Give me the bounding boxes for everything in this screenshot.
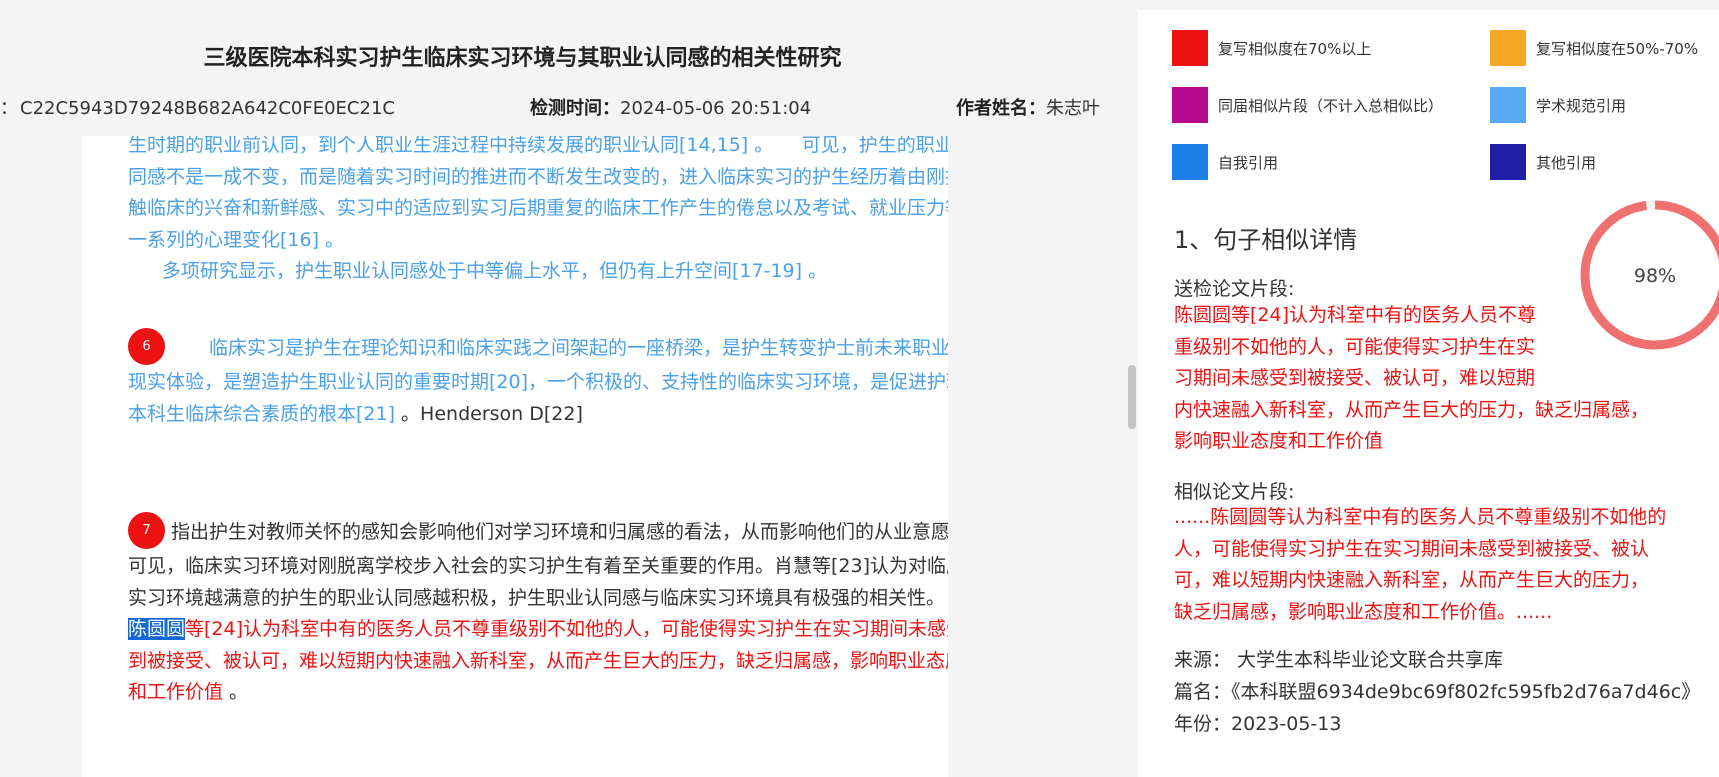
similar-text-highlight[interactable]: 等[24]认为科室中有的医务人员不尊重级别不如他的人，可能使得实习护生在实习期间… (128, 618, 948, 703)
submitted-fragment-label: 送检论文片段: (1174, 278, 1295, 300)
legend-item-academic-citation: 学术规范引用 (1490, 87, 1626, 123)
paragraph-number-badge[interactable]: 6 (128, 328, 165, 365)
navy-swatch-icon (1490, 144, 1526, 180)
author-name: 作者姓名：朱志叶 (956, 94, 1100, 120)
submitted-line: 影响职业态度和工作价值 (1174, 430, 1384, 452)
legend-label: 学术规范引用 (1536, 96, 1627, 115)
year-label: 年份： (1174, 713, 1232, 735)
similar-line: 可，难以短期内快速融入新科室，从而产生巨大的压力， (1174, 569, 1650, 591)
author-name-label: 作者姓名： (956, 98, 1046, 119)
check-time-label: 检测时间： (530, 98, 620, 119)
paragraph-citation-blue[interactable]: 生时期的职业前认同，到个人职业生涯过程中持续发展的职业认同[14,15] 。 可… (128, 136, 948, 256)
red-swatch-icon (1172, 30, 1208, 66)
plain-text: 。Henderson D[22] (401, 402, 583, 425)
source-value: 大学生本科毕业论文联合共享库 (1237, 649, 1504, 671)
orange-swatch-icon (1490, 30, 1526, 66)
similar-fragment-label: 相似论文片段: (1174, 481, 1295, 503)
document-pane: 三级医院本科实习护生临床实习环境与其职业认同感的相关性研究 ： C22C5943D… (0, 0, 1128, 777)
source-row: 来源： 大学生本科毕业论文联合共享库 (1174, 645, 1503, 672)
similarity-percent: 98% (1634, 265, 1676, 287)
check-time-value: 2024-05-06 20:51:04 (620, 98, 812, 119)
paragraph-citation-blue-2[interactable]: 多项研究显示，护生职业认同感处于中等偏上水平，但仍有上升空间[17-19] 。 (162, 256, 948, 288)
vertical-scrollbar[interactable] (1126, 0, 1138, 777)
paragraph-6: 6 临床实习是护生在理论知识和临床实践之间架起的一座桥梁，是护生转变护士前未来职… (128, 328, 948, 430)
legend-label: 同届相似片段（不计入总相似比） (1218, 96, 1444, 115)
blue-swatch-icon (1172, 144, 1208, 180)
similar-fragment: ......陈圆圆等认为科室中有的医务人员不尊重级别不如他的 人，可能使得实习护… (1174, 502, 1714, 628)
paragraph-7: 7 指出护生对教师关怀的感知会影响他们对学习环境和归属感的看法，从而影响他们的从业… (128, 512, 948, 709)
legend-label: 其他引用 (1536, 153, 1597, 172)
name-value[interactable]: 《本科联盟6934de9bc69f802fc595fb2d76a7d46c》 (1231, 681, 1700, 703)
paper-page: 生时期的职业前认同，到个人职业生涯过程中持续发展的职业认同[14,15] 。 可… (82, 136, 948, 777)
similar-line: 缺乏归属感，影响职业态度和工作价值。...... (1174, 600, 1553, 623)
magenta-swatch-icon (1172, 87, 1208, 123)
legend-label: 自我引用 (1218, 153, 1279, 172)
legend-label: 复写相似度在70%以上 (1218, 39, 1372, 58)
similarity-panel: 复写相似度在70%以上 复写相似度在50%-70% 同届相似片段（不计入总相似比… (1138, 10, 1719, 777)
section-title: 1、句子相似详情 (1174, 226, 1358, 254)
submitted-line: 习期间未感受到被接受、被认可，难以短期 (1174, 367, 1536, 389)
legend-item-other-citation: 其他引用 (1490, 144, 1596, 180)
source-label: 来源： (1174, 649, 1232, 671)
plain-text: 指出护生对教师关怀的感知会影响他们对学习环境和归属感的看法，从而影响他们的从业意… (128, 521, 948, 609)
similar-line: ......陈圆圆等认为科室中有的医务人员不尊重级别不如他的 (1174, 506, 1667, 528)
paragraph-number-badge[interactable]: 7 (128, 512, 165, 549)
submitted-line: 重级别不如他的人，可能使得实习护生在实 (1174, 335, 1536, 358)
scrollbar-thumb[interactable] (1128, 365, 1136, 429)
submitted-line: 内快速融入新科室，从而产生巨大的压力，缺乏归属感， (1174, 398, 1650, 421)
author-name-value: 朱志叶 (1046, 98, 1100, 119)
report-id-label: ： (0, 98, 18, 119)
report-id-value: C22C5943D79248B682A642C0FE0EC21C (20, 98, 395, 119)
year-value: 2023-05-13 (1231, 713, 1342, 735)
legend-item-50-70: 复写相似度在50%-70% (1490, 30, 1698, 66)
document-title: 三级医院本科实习护生临床实习环境与其职业认同感的相关性研究 (203, 46, 842, 71)
similar-line: 人，可能使得实习护生在实习期间未感受到被接受、被认 (1174, 537, 1650, 560)
title-row: 篇名：《本科联盟6934de9bc69f802fc595fb2d76a7d46c… (1174, 677, 1700, 704)
lightblue-swatch-icon (1490, 87, 1526, 123)
name-label: 篇名： (1174, 681, 1232, 703)
legend-item-self-citation: 自我引用 (1172, 144, 1278, 180)
submitted-fragment: 陈圆圆等[24]认为科室中有的医务人员不尊 重级别不如他的人，可能使得实习护生在… (1174, 300, 1694, 458)
legend-item-same-year: 同届相似片段（不计入总相似比） (1172, 87, 1443, 123)
check-time: 检测时间：2024-05-06 20:51:04 (530, 94, 811, 120)
legend-label: 复写相似度在50%-70% (1536, 39, 1699, 58)
selected-text[interactable]: 陈圆圆 (128, 618, 186, 640)
report-id: ： C22C5943D79248B682A642C0FE0EC21C (0, 94, 395, 120)
year-row: 年份：2023-05-13 (1174, 709, 1341, 736)
legend-item-over-70: 复写相似度在70%以上 (1172, 30, 1371, 66)
plain-text-end: 。 (229, 681, 249, 703)
submitted-line: 陈圆圆等[24]认为科室中有的医务人员不尊 (1174, 304, 1537, 326)
